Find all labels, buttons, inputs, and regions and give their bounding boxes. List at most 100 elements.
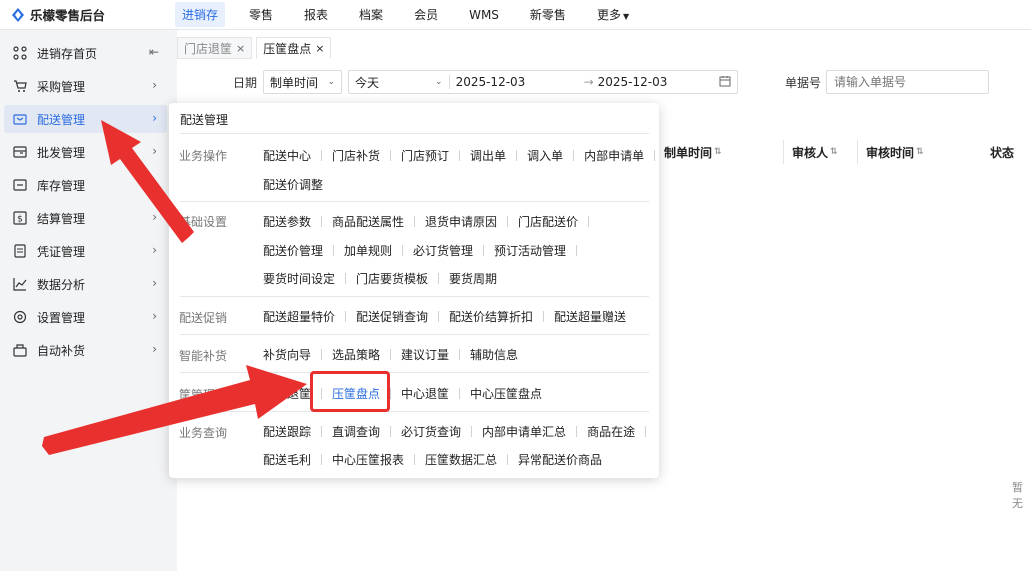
menu-link[interactable]: 压筐数据汇总 [425, 451, 497, 468]
menu-link[interactable]: 配送中心 [263, 147, 311, 164]
nav-item-retail[interactable]: 零售 [242, 2, 280, 27]
col-reviewer[interactable]: 审核人 ⇅ [783, 140, 857, 164]
close-icon[interactable]: × [315, 42, 324, 55]
menu-link[interactable]: 商品配送属性 [332, 213, 404, 230]
separator [321, 215, 323, 227]
home-icon [12, 45, 28, 61]
menu-link[interactable]: 门店退筐 [263, 385, 311, 402]
col-create-time[interactable]: 制单时间 ⇅ [650, 140, 783, 164]
nav-item-wms[interactable]: WMS [462, 4, 506, 26]
sidebar-item-analytics[interactable]: 数据分析 › [4, 270, 167, 298]
menu-link[interactable]: 异常配送价商品 [518, 451, 602, 468]
sidebar-item-restock[interactable]: 自动补货 › [4, 336, 167, 364]
app-logo-text: 乐檬零售后台 [30, 8, 106, 23]
sidebar-item-voucher[interactable]: 凭证管理 › [4, 237, 167, 265]
sidebar-item-settings[interactable]: 设置管理 › [4, 303, 167, 331]
sidebar-item-label: 批发管理 [37, 145, 86, 160]
chevron-down-icon: ⌄ [435, 77, 443, 87]
menu-link[interactable]: 内部申请单 [584, 147, 644, 164]
menu-link[interactable]: 加单规则 [344, 242, 392, 259]
end-date[interactable]: 2025-12-03 [598, 75, 718, 89]
separator [507, 215, 509, 227]
gear-icon [12, 309, 28, 325]
chart-icon [12, 276, 28, 292]
tab-basket-stocktake[interactable]: 压筐盘点 × [256, 37, 332, 59]
date-range-preset[interactable]: 今天 [355, 74, 435, 91]
sidebar-item-delivery[interactable]: 配送管理 › [4, 105, 167, 133]
arrow-right-icon: → [583, 75, 594, 89]
menu-link[interactable]: 建议订量 [401, 346, 449, 363]
nav-item-member[interactable]: 会员 [407, 2, 445, 27]
sort-icon[interactable]: ⇅ [830, 147, 838, 157]
separator [459, 348, 461, 360]
menu-link[interactable]: 中心压筐报表 [332, 451, 404, 468]
menu-link[interactable]: 门店补货 [332, 147, 380, 164]
sort-icon[interactable]: ⇅ [714, 147, 722, 157]
col-status[interactable]: 状态 [990, 140, 1031, 164]
date-type-select[interactable]: 制单时间 ⌄ [263, 70, 343, 94]
menu-link[interactable]: 内部申请单汇总 [482, 423, 566, 440]
menu-link[interactable]: 配送跟踪 [263, 423, 311, 440]
menu-link[interactable]: 商品在途 [587, 423, 635, 440]
calendar-icon[interactable] [719, 75, 731, 90]
menu-link[interactable]: 预订活动管理 [494, 242, 566, 259]
start-date[interactable]: 2025-12-03 [456, 75, 584, 89]
menu-link[interactable]: 直调查询 [332, 423, 380, 440]
divider [180, 334, 649, 335]
menu-link[interactable]: 配送超量特价 [263, 308, 335, 325]
menu-link[interactable]: 辅助信息 [470, 346, 518, 363]
menu-link[interactable]: 门店预订 [401, 147, 449, 164]
delivery-icon [12, 111, 28, 127]
separator [333, 244, 335, 256]
nav-item-report[interactable]: 报表 [297, 2, 335, 27]
collapse-sidebar-icon[interactable]: ⇤ [149, 45, 159, 59]
menu-link[interactable]: 门店配送价 [518, 213, 578, 230]
menu-link[interactable]: 退货申请原因 [425, 213, 497, 230]
close-icon[interactable]: × [236, 42, 245, 55]
chevron-right-icon: › [152, 144, 157, 158]
sort-icon[interactable]: ⇅ [916, 147, 924, 157]
menu-link[interactable]: 调入单 [527, 147, 563, 164]
menu-link[interactable]: 中心退筐 [401, 385, 449, 402]
menu-link[interactable]: 配送参数 [263, 213, 311, 230]
sidebar-item-inventory[interactable]: 库存管理 [4, 171, 167, 199]
app-logo[interactable]: 乐檬零售后台 [0, 5, 175, 24]
menu-link[interactable]: 要货周期 [449, 270, 497, 287]
divider [180, 296, 649, 297]
date-range-picker[interactable]: 今天 ⌄ 2025-12-03 → 2025-12-03 [348, 70, 739, 94]
sidebar-item-home[interactable]: 进销存首页 ⇤ [4, 39, 167, 67]
money-icon: $ [12, 210, 28, 226]
menu-link[interactable]: 配送毛利 [263, 451, 311, 468]
menu-link[interactable]: 配送促销查询 [356, 308, 428, 325]
col-review-time[interactable]: 审核时间 ⇅ [857, 140, 990, 164]
separator [402, 244, 404, 256]
separator [543, 310, 545, 322]
logo-icon [12, 7, 24, 22]
menu-link[interactable]: 中心压筐盘点 [470, 385, 542, 402]
nav-item-new-retail[interactable]: 新零售 [523, 2, 573, 27]
sidebar-item-wholesale[interactable]: 批发管理 › [4, 138, 167, 166]
nav-item-more[interactable]: 更多 ▼ [590, 2, 636, 27]
group-label: 筐管理 [179, 388, 216, 402]
menu-link[interactable]: 必订货查询 [401, 423, 461, 440]
menu-link[interactable]: 选品策略 [332, 346, 380, 363]
nav-item-archive[interactable]: 档案 [352, 2, 390, 27]
menu-link[interactable]: 配送超量赠送 [554, 308, 626, 325]
separator [588, 215, 590, 227]
menu-link[interactable]: 配送价结算折扣 [449, 308, 533, 325]
nav-item-jxc[interactable]: 进销存 [175, 2, 226, 27]
menu-link[interactable]: 必订货管理 [413, 242, 473, 259]
menu-link[interactable]: 要货时间设定 [263, 270, 335, 287]
menu-link[interactable]: 门店要货模板 [356, 270, 428, 287]
menu-link[interactable]: 配送价管理 [263, 242, 323, 259]
col-label: 审核人 [792, 145, 829, 160]
menu-link[interactable]: 调出单 [470, 147, 506, 164]
tab-store-return-basket[interactable]: 门店退筐 × [177, 37, 253, 59]
sidebar-item-label: 数据分析 [37, 277, 86, 292]
menu-link[interactable]: 补货向导 [263, 346, 311, 363]
order-number-input[interactable] [826, 70, 990, 94]
sidebar-item-settlement[interactable]: $ 结算管理 › [4, 204, 167, 232]
separator [576, 244, 578, 256]
menu-link[interactable]: 配送价调整 [263, 176, 323, 193]
sidebar-item-purchase[interactable]: 采购管理 › [4, 72, 167, 100]
